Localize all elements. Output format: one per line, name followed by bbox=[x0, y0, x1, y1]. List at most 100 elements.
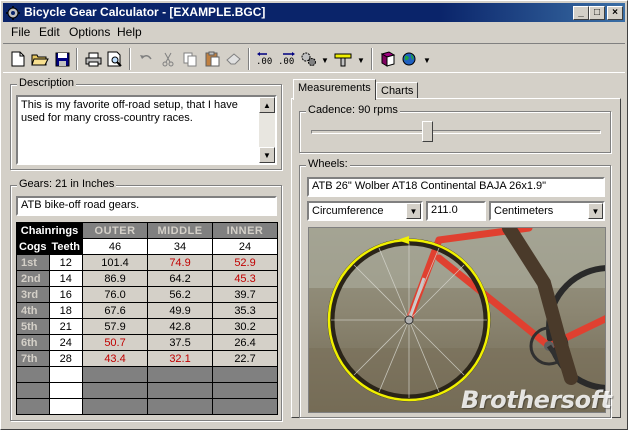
menu-file[interactable]: File bbox=[7, 25, 34, 39]
eraser-icon[interactable] bbox=[224, 49, 244, 69]
print-icon[interactable] bbox=[83, 49, 103, 69]
cut-icon[interactable] bbox=[158, 49, 178, 69]
wheel-value-field[interactable]: 211.0 bbox=[426, 201, 486, 221]
toolbar-separator bbox=[76, 48, 78, 70]
cog-teeth-cell[interactable]: 14 bbox=[48, 270, 84, 287]
menu-edit[interactable]: Edit bbox=[35, 25, 64, 39]
menu-options[interactable]: Options bbox=[65, 25, 114, 39]
cog-teeth-cell[interactable]: 12 bbox=[48, 254, 84, 271]
table-row: 6th 24 50.7 37.5 26.4 bbox=[16, 334, 279, 351]
open-folder-icon[interactable] bbox=[30, 49, 50, 69]
bicycle-dropdown-icon[interactable]: ▼ bbox=[357, 56, 365, 65]
empty-cell bbox=[212, 366, 279, 383]
toolbar-separator bbox=[248, 48, 250, 70]
globe-icon[interactable] bbox=[400, 49, 420, 69]
table-row: 2nd 14 86.9 64.2 45.3 bbox=[16, 270, 279, 287]
wheels-label: Wheels: bbox=[306, 158, 350, 170]
cadence-slider-thumb[interactable] bbox=[422, 121, 433, 142]
watermark: Brothersoft bbox=[461, 386, 612, 414]
empty-cog-cell[interactable] bbox=[48, 366, 84, 383]
toolbar-separator bbox=[371, 48, 373, 70]
maximize-button[interactable]: □ bbox=[589, 6, 605, 20]
table-row: 1st 12 101.4 74.9 52.9 bbox=[16, 254, 279, 271]
tab-measurements[interactable]: Measurements bbox=[293, 79, 376, 100]
empty-cog-cell[interactable] bbox=[48, 382, 84, 399]
undo-icon[interactable] bbox=[136, 49, 156, 69]
empty-cell bbox=[16, 366, 50, 383]
cadence-slider-track[interactable] bbox=[311, 130, 601, 134]
description-textarea[interactable]: This is my favorite off-road setup, that… bbox=[16, 95, 277, 165]
chainring-inner-header[interactable]: INNER bbox=[212, 222, 279, 239]
gear-inches-cell: 64.2 bbox=[147, 270, 214, 287]
close-button[interactable]: × bbox=[607, 6, 623, 20]
description-scrollbar[interactable]: ▲ ▼ bbox=[259, 97, 275, 163]
bicycle-icon[interactable] bbox=[333, 49, 353, 69]
scroll-up-icon[interactable]: ▲ bbox=[259, 97, 275, 113]
chevron-down-icon[interactable]: ▼ bbox=[406, 203, 421, 219]
decimal-left-icon[interactable]: .00 bbox=[255, 49, 275, 69]
empty-table-row bbox=[16, 398, 279, 415]
gear-inches-cell: 42.8 bbox=[147, 318, 214, 335]
chainring-middle-header[interactable]: MIDDLE bbox=[147, 222, 214, 239]
gear-rows: 1st 12 101.4 74.9 52.9 2nd 14 86.9 64.2 45.3 3rd 16… bbox=[16, 254, 279, 415]
wheel-name-field[interactable]: ATB 26" Wolber AT18 Continental BAJA 26x… bbox=[307, 177, 605, 197]
measure-type-select[interactable]: Circumference ▼ bbox=[307, 201, 423, 221]
empty-cell bbox=[82, 366, 149, 383]
chainring-inner-teeth[interactable]: 24 bbox=[212, 238, 279, 255]
app-window: Bicycle Gear Calculator - [EXAMPLE.BGC] … bbox=[0, 0, 628, 430]
table-row: 3rd 16 76.0 56.2 39.7 bbox=[16, 286, 279, 303]
empty-cog-cell[interactable] bbox=[48, 398, 84, 415]
gear-label: 6th bbox=[16, 334, 50, 351]
chainring-outer-header[interactable]: OUTER bbox=[82, 222, 149, 239]
table-row: Chainrings OUTER MIDDLE INNER bbox=[15, 222, 279, 239]
save-icon[interactable] bbox=[52, 49, 72, 69]
table-row: 4th 18 67.6 49.9 35.3 bbox=[16, 302, 279, 319]
decimal-right-icon[interactable]: .00 bbox=[277, 49, 297, 69]
table-row: Cogs Teeth 46 34 24 bbox=[16, 238, 279, 255]
gear-inches-cell: 35.3 bbox=[212, 302, 279, 319]
empty-cell bbox=[147, 382, 214, 399]
gear-label: 5th bbox=[16, 318, 50, 335]
tab-charts[interactable]: Charts bbox=[376, 82, 419, 99]
new-icon[interactable] bbox=[8, 49, 28, 69]
copy-icon[interactable] bbox=[180, 49, 200, 69]
cog-teeth-cell[interactable]: 24 bbox=[48, 334, 84, 351]
empty-cell bbox=[212, 382, 279, 399]
scroll-down-icon[interactable]: ▼ bbox=[259, 147, 275, 163]
title-bar[interactable]: Bicycle Gear Calculator - [EXAMPLE.BGC] … bbox=[3, 3, 625, 22]
unit-select[interactable]: Centimeters ▼ bbox=[489, 201, 605, 221]
paste-icon[interactable] bbox=[202, 49, 222, 69]
globe-dropdown-icon[interactable]: ▼ bbox=[423, 56, 431, 65]
gears-label: Gears: 21 in Inches bbox=[17, 178, 117, 190]
gear-label: 3rd bbox=[16, 286, 50, 303]
cog-teeth-cell[interactable]: 18 bbox=[48, 302, 84, 319]
cog-teeth-cell[interactable]: 16 bbox=[48, 286, 84, 303]
gear-inches-cell: 57.9 bbox=[82, 318, 149, 335]
app-gear-icon[interactable] bbox=[5, 5, 20, 20]
table-row: 7th 28 43.4 32.1 22.7 bbox=[16, 350, 279, 367]
cog-teeth-cell[interactable]: 21 bbox=[48, 318, 84, 335]
toolbar: .00 .00 ▼ ▼ ▼ bbox=[3, 43, 625, 73]
teeth-header: Teeth bbox=[48, 238, 84, 255]
gears-name-field[interactable]: ATB bike-off road gears. bbox=[16, 196, 277, 216]
gear-inches-cell: 45.3 bbox=[212, 270, 279, 287]
gears-dropdown-icon[interactable]: ▼ bbox=[321, 56, 329, 65]
gears-icon[interactable] bbox=[299, 49, 319, 69]
cogs-header: Cogs bbox=[16, 238, 50, 255]
measure-type-value: Circumference bbox=[312, 205, 384, 217]
chainrings-header: Chainrings bbox=[15, 222, 84, 239]
svg-text:.00: .00 bbox=[278, 57, 294, 66]
book-icon[interactable] bbox=[378, 49, 398, 69]
description-text: This is my favorite off-road setup, that… bbox=[21, 99, 238, 124]
minimize-button[interactable]: _ bbox=[573, 6, 589, 20]
gear-inches-cell: 39.7 bbox=[212, 286, 279, 303]
menu-help[interactable]: Help bbox=[113, 25, 146, 39]
empty-cell bbox=[16, 382, 50, 399]
chevron-down-icon[interactable]: ▼ bbox=[588, 203, 603, 219]
empty-cell bbox=[147, 366, 214, 383]
chainring-outer-teeth[interactable]: 46 bbox=[82, 238, 149, 255]
cog-teeth-cell[interactable]: 28 bbox=[48, 350, 84, 367]
gear-table: Chainrings OUTER MIDDLE INNER Cogs Teeth… bbox=[15, 222, 279, 415]
chainring-middle-teeth[interactable]: 34 bbox=[147, 238, 214, 255]
print-preview-icon[interactable] bbox=[105, 49, 125, 69]
